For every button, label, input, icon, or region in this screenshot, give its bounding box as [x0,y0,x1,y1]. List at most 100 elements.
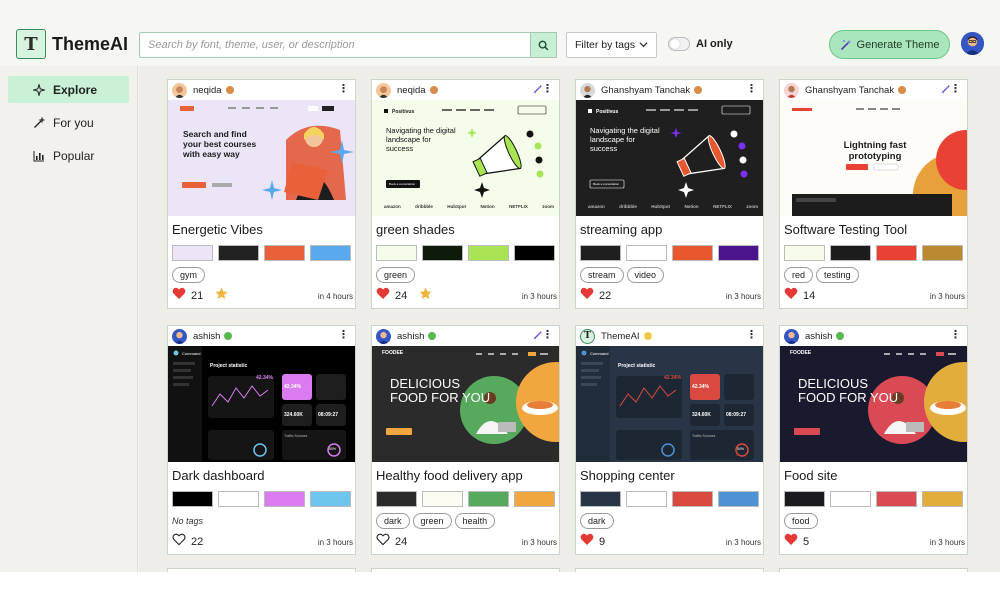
card-title[interactable]: Food site [784,468,837,483]
heart-filled-icon[interactable] [784,533,798,551]
tag-chip[interactable]: food [784,513,818,529]
heart-filled-icon[interactable] [376,287,390,305]
theme-preview[interactable]: Lightning fast prototyping [780,100,967,216]
color-swatch[interactable] [310,491,351,507]
more-menu-icon[interactable]: ⋮ [950,329,961,341]
theme-preview[interactable]: Command Project statistic 42.34% 42.34% … [576,346,763,462]
star-filled-icon[interactable] [215,287,228,305]
more-menu-icon[interactable]: ⋮ [338,83,349,95]
color-swatch[interactable] [922,491,963,507]
user-avatar[interactable] [172,82,187,98]
theme-preview[interactable]: Positivus Navigating the digital landsca… [372,100,559,216]
tag-chip[interactable]: health [454,513,496,529]
theme-card[interactable]: Ghanshyam Tanchak ⋮ Lightning fast proto… [779,79,968,309]
theme-card[interactable]: Ghanshyam Tanchak ⋮ Positivus Navigating… [575,79,764,309]
theme-card[interactable]: neqida ⋮ Search and find your best cours… [167,79,356,309]
color-swatch[interactable] [264,245,305,261]
color-swatch[interactable] [468,245,509,261]
card-title[interactable]: Healthy food delivery app [376,468,523,483]
card-username[interactable]: neqida [193,85,222,96]
tag-chip[interactable]: dark [580,513,614,529]
more-menu-icon[interactable]: ⋮ [746,83,757,95]
heart-filled-icon[interactable] [580,287,594,305]
color-swatch[interactable] [626,245,667,261]
heart-filled-icon[interactable] [784,287,798,305]
more-menu-icon[interactable]: ⋮ [746,329,757,341]
heart-filled-icon[interactable] [580,533,594,551]
theme-card[interactable]: ashish ⋮ FOODEE DELICIOUS FOOD FOR YOU [779,325,968,555]
tag-chip[interactable]: video [626,267,665,283]
theme-card[interactable]: T ThemeAI ⋮ Command Project statistic 42… [575,325,764,555]
tag-chip[interactable]: green [412,513,452,529]
color-swatch[interactable] [830,491,871,507]
tag-chip[interactable]: red [784,267,814,283]
more-menu-icon[interactable]: ⋮ [542,329,553,341]
generate-theme-button[interactable]: Generate Theme [829,30,950,59]
sidebar-item-for-you[interactable]: For you [8,109,129,136]
color-swatch[interactable] [422,245,463,261]
ai-only-toggle[interactable] [668,37,690,51]
heart-filled-icon[interactable] [172,287,186,305]
sidebar-item-popular[interactable]: Popular [8,142,129,169]
themeai-avatar[interactable]: T [580,328,595,344]
color-swatch[interactable] [672,245,713,261]
color-swatch[interactable] [580,491,621,507]
color-swatch[interactable] [468,491,509,507]
card-username[interactable]: Ghanshyam Tanchak [805,85,894,96]
color-swatch[interactable] [376,491,417,507]
color-swatch[interactable] [784,245,825,261]
color-swatch[interactable] [310,245,351,261]
card-username[interactable]: ashish [805,331,832,342]
color-swatch[interactable] [876,245,917,261]
theme-preview[interactable]: Positivus Navigating the digital landsca… [576,100,763,216]
more-menu-icon[interactable]: ⋮ [542,83,553,95]
tag-chip[interactable]: gym [172,267,206,283]
color-swatch[interactable] [580,245,621,261]
color-swatch[interactable] [784,491,825,507]
color-swatch[interactable] [922,245,963,261]
card-title[interactable]: green shades [376,222,455,237]
star-filled-icon[interactable] [419,287,432,305]
color-swatch[interactable] [718,245,759,261]
color-swatch[interactable] [172,491,213,507]
more-menu-icon[interactable]: ⋮ [338,329,349,341]
user-avatar[interactable] [376,82,391,98]
card-title[interactable]: Dark dashboard [172,468,265,483]
tag-chip[interactable]: testing [816,267,859,283]
theme-preview[interactable]: FOODEE DELICIOUS FOOD FOR YOU [780,346,967,462]
user-avatar[interactable] [784,328,799,344]
card-title[interactable]: Energetic Vibes [172,222,263,237]
heart-outline-icon[interactable] [376,533,390,551]
search-button[interactable] [530,32,557,58]
filter-by-tags-select[interactable]: Filter by tags [566,32,657,58]
color-swatch[interactable] [626,491,667,507]
card-title[interactable]: Software Testing Tool [784,222,907,237]
user-avatar[interactable] [580,82,595,98]
tag-chip[interactable]: stream [580,267,624,283]
card-username[interactable]: ThemeAI [601,331,640,342]
color-swatch[interactable] [672,491,713,507]
sidebar-item-explore[interactable]: Explore [8,76,129,103]
color-swatch[interactable] [718,491,759,507]
color-swatch[interactable] [376,245,417,261]
card-title[interactable]: Shopping center [580,468,675,483]
user-avatar[interactable] [376,328,391,344]
user-avatar[interactable] [961,32,984,55]
card-username[interactable]: Ghanshyam Tanchak [601,85,690,96]
theme-card[interactable]: ashish ⋮ Command Project statistic 42.34… [167,325,356,555]
theme-preview[interactable]: Command Project statistic 42.34% 42.34% … [168,346,355,462]
color-swatch[interactable] [422,491,463,507]
user-avatar[interactable] [784,82,799,98]
color-swatch[interactable] [218,491,259,507]
logo[interactable]: T ThemeAI [16,29,128,59]
tag-chip[interactable]: green [376,267,416,283]
card-username[interactable]: ashish [397,331,424,342]
color-swatch[interactable] [514,491,555,507]
theme-card[interactable]: neqida ⋮ Positivus Navigating the digita… [371,79,560,309]
card-username[interactable]: neqida [397,85,426,96]
theme-preview[interactable]: Search and find your best courses with e… [168,100,355,216]
color-swatch[interactable] [264,491,305,507]
color-swatch[interactable] [218,245,259,261]
user-avatar[interactable] [172,328,187,344]
search-input[interactable] [140,33,530,57]
